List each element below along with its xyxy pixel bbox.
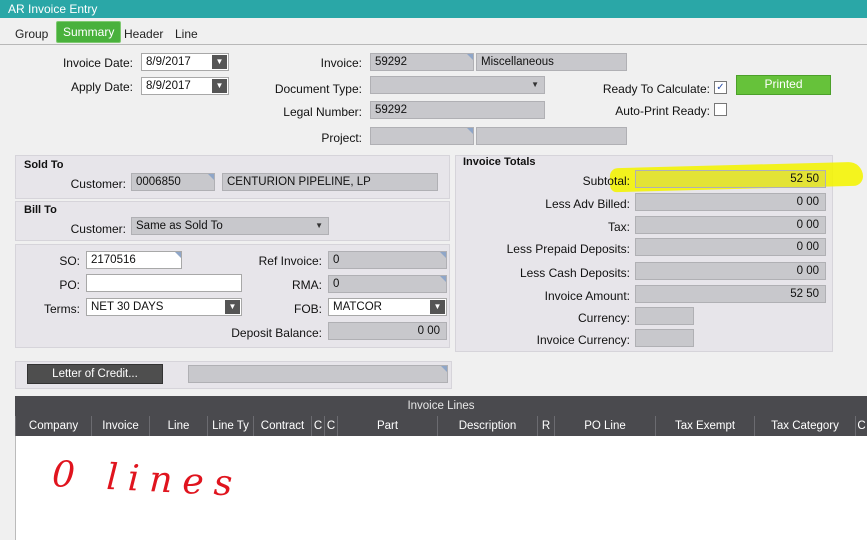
sold-to-title: Sold To: [24, 159, 64, 171]
invoice-date-field[interactable]: 8/9/2017 ▼: [141, 53, 229, 71]
rma-field[interactable]: 0: [328, 275, 447, 293]
less-adv-billed-label: Less Adv Billed:: [545, 197, 630, 211]
less-prepaid-deposits-field: 0 00: [635, 238, 826, 256]
tab-summary[interactable]: Summary: [56, 21, 122, 43]
invoice-date-value: 8/9/2017: [146, 56, 191, 68]
col-c1[interactable]: C: [311, 416, 324, 436]
auto-print-ready-label: Auto-Print Ready:: [615, 104, 710, 118]
calendar-dropdown-icon[interactable]: ▼: [212, 79, 227, 93]
ready-to-calculate-label: Ready To Calculate:: [602, 82, 710, 96]
so-field[interactable]: 2170516: [86, 251, 182, 269]
currency-field: [635, 307, 694, 325]
bill-to-customer-dropdown[interactable]: Same as Sold To ▼: [131, 217, 329, 235]
invoice-date-label: Invoice Date:: [62, 56, 133, 70]
terms-dropdown[interactable]: NET 30 DAYS ▼: [86, 298, 242, 316]
invoice-totals-title: Invoice Totals: [463, 156, 536, 168]
invoice-amount-label: Invoice Amount:: [544, 289, 630, 303]
deposit-balance-field: 0 00: [328, 322, 447, 340]
legal-number-label: Legal Number:: [283, 105, 362, 119]
calendar-dropdown-icon[interactable]: ▼: [212, 55, 227, 69]
fob-value: MATCOR: [333, 301, 382, 313]
col-contract[interactable]: Contract: [253, 416, 311, 436]
rma-label: RMA:: [292, 278, 322, 292]
apply-date-value: 8/9/2017: [146, 80, 191, 92]
invoice-description-field: Miscellaneous: [476, 53, 627, 71]
invoice-number-field[interactable]: 59292: [370, 53, 474, 71]
col-po-line[interactable]: PO Line: [554, 416, 655, 436]
col-company[interactable]: Company: [15, 416, 91, 436]
col-part[interactable]: Part: [337, 416, 437, 436]
invoice-amount-field: 52 50: [635, 285, 826, 303]
currency-label: Currency:: [577, 311, 630, 325]
document-type-dropdown[interactable]: ▼: [370, 76, 545, 94]
terms-label: Terms:: [44, 302, 80, 316]
sold-to-customer-label: Customer:: [70, 177, 126, 191]
ref-invoice-label: Ref Invoice:: [258, 254, 322, 268]
tab-line[interactable]: Line: [175, 24, 198, 44]
project-field[interactable]: [370, 127, 474, 145]
bill-to-customer-label: Customer:: [70, 222, 126, 236]
bill-to-customer-value: Same as Sold To: [136, 220, 223, 232]
po-label: PO:: [59, 278, 80, 292]
so-label: SO:: [59, 254, 80, 268]
tax-field: 0 00: [635, 216, 826, 234]
fob-label: FOB:: [293, 302, 322, 316]
invoice-currency-label: Invoice Currency:: [536, 333, 630, 347]
invoice-lines-title: Invoice Lines: [407, 400, 475, 412]
chevron-down-icon: ▼: [315, 221, 323, 230]
subtotal-field: 52 50: [635, 170, 826, 188]
subtotal-label: Subtotal:: [582, 174, 630, 188]
apply-date-field[interactable]: 8/9/2017 ▼: [141, 77, 229, 95]
deposit-balance-label: Deposit Balance:: [231, 326, 322, 340]
window-title: AR Invoice Entry: [0, 0, 867, 18]
col-r[interactable]: R: [537, 416, 554, 436]
ref-invoice-field[interactable]: 0: [328, 251, 447, 269]
col-line-type[interactable]: Line Ty: [207, 416, 253, 436]
col-line[interactable]: Line: [149, 416, 207, 436]
ready-to-calculate-checkbox[interactable]: ✓: [714, 81, 727, 94]
tax-label: Tax:: [607, 220, 630, 234]
document-type-label: Document Type:: [274, 82, 362, 96]
chevron-down-icon: ▼: [430, 300, 445, 314]
col-c3[interactable]: C: [855, 416, 867, 436]
invoice-currency-field: [635, 329, 694, 347]
col-invoice[interactable]: Invoice: [91, 416, 149, 436]
letter-of-credit-field: [188, 365, 448, 383]
less-prepaid-deposits-label: Less Prepaid Deposits:: [506, 242, 630, 256]
po-field[interactable]: [86, 274, 242, 292]
col-description[interactable]: Description: [437, 416, 537, 436]
col-tax-exempt[interactable]: Tax Exempt: [655, 416, 754, 436]
sold-to-customer-name-field: CENTURION PIPELINE, LP: [222, 173, 438, 191]
less-adv-billed-field: 0 00: [635, 193, 826, 211]
chevron-down-icon: ▼: [531, 80, 539, 89]
project-description-field: [476, 127, 627, 145]
less-cash-deposits-label: Less Cash Deposits:: [519, 266, 630, 280]
tab-header[interactable]: Header: [124, 24, 163, 44]
apply-date-label: Apply Date:: [70, 80, 133, 94]
chevron-down-icon: ▼: [225, 300, 240, 314]
tab-group[interactable]: Group: [15, 24, 48, 44]
invoice-label: Invoice:: [320, 56, 362, 70]
less-cash-deposits-field: 0 00: [635, 262, 826, 280]
fob-dropdown[interactable]: MATCOR ▼: [328, 298, 447, 316]
bill-to-title: Bill To: [24, 204, 57, 216]
sold-to-customer-id-field[interactable]: 0006850: [131, 173, 215, 191]
col-tax-category[interactable]: Tax Category: [754, 416, 855, 436]
printed-status-button[interactable]: Printed: [736, 75, 831, 95]
legal-number-field: 59292: [370, 101, 545, 119]
project-label: Project:: [321, 131, 362, 145]
col-c2[interactable]: C: [324, 416, 337, 436]
letter-of-credit-button[interactable]: Letter of Credit...: [27, 364, 163, 384]
auto-print-ready-checkbox[interactable]: [714, 103, 727, 116]
terms-value: NET 30 DAYS: [91, 301, 164, 313]
